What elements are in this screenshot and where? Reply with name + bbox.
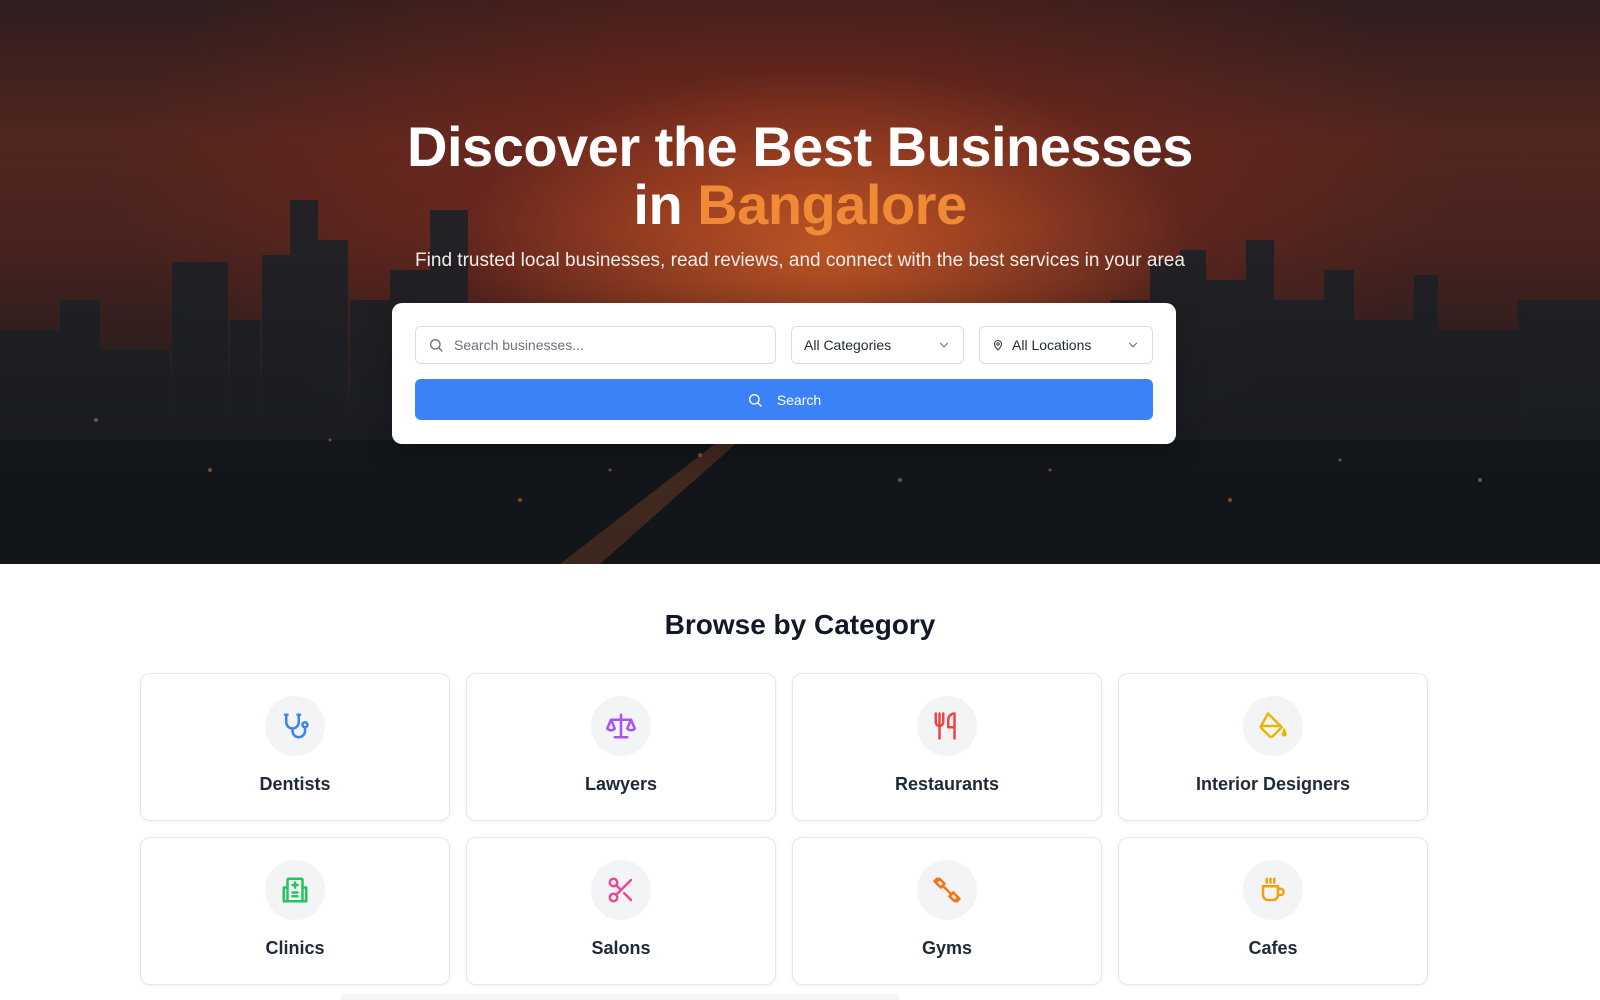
category-icon-circle [591, 860, 651, 920]
search-button[interactable]: Search [415, 379, 1153, 420]
category-label: Restaurants [894, 774, 1000, 794]
hero-title-city: Bangalore [697, 173, 967, 236]
category-label: Lawyers [584, 774, 658, 794]
category-label: Dentists [259, 774, 331, 794]
category-card-gyms[interactable]: Gyms [792, 837, 1102, 985]
search-icon [748, 393, 762, 407]
category-label: Cafes [1248, 938, 1298, 958]
hero-title-in: in [633, 173, 683, 236]
category-icon-circle [917, 696, 977, 756]
category-card-restaurants[interactable]: Restaurants [792, 673, 1102, 821]
location-select-value: All Locations [1012, 337, 1092, 353]
location-select[interactable]: All Locations [979, 326, 1153, 364]
category-card-interior-designers[interactable]: Interior Designers [1118, 673, 1428, 821]
paint-bucket-icon [1259, 712, 1287, 739]
browse-title: Browse by Category [664, 609, 936, 640]
scissors-icon [608, 877, 633, 903]
category-icon-circle [917, 860, 977, 920]
hero-title: Discover the Best Businesses in Bangalor… [0, 118, 1600, 234]
category-label: Clinics [265, 938, 325, 958]
category-label: Gyms [921, 938, 973, 958]
chevron-down-icon [1128, 342, 1138, 348]
search-input[interactable] [454, 337, 754, 353]
category-select-value: All Categories [804, 337, 892, 353]
map-pin-icon [993, 339, 1003, 351]
category-card-clinics[interactable]: Clinics [140, 837, 450, 985]
search-input-wrapper[interactable] [415, 326, 776, 364]
hero-section: Discover the Best Businesses in Bangalor… [0, 0, 1600, 564]
category-icon-circle [265, 696, 325, 756]
search-button-label: Search [776, 391, 822, 408]
stethoscope-icon [283, 713, 309, 739]
scale-icon [606, 713, 636, 739]
category-icon-circle [265, 860, 325, 920]
category-card-dentists[interactable]: Dentists [140, 673, 450, 821]
hero-content: Discover the Best Businesses in Bangalor… [0, 0, 1600, 272]
category-grid: Dentists Lawyers Restaurants Interior De… [140, 673, 1428, 985]
category-select[interactable]: All Categories [791, 326, 964, 364]
category-icon-circle [1243, 696, 1303, 756]
category-card-salons[interactable]: Salons [466, 837, 776, 985]
category-card-cafes[interactable]: Cafes [1118, 837, 1428, 985]
coffee-icon [1261, 877, 1285, 902]
dumbbell-icon [933, 877, 961, 903]
hero-title-line1: Discover the Best Businesses [407, 115, 1193, 178]
bottom-shadow [340, 994, 900, 1000]
browse-section: Browse by Category Dentists Lawyers Rest… [0, 564, 1600, 1000]
search-icon [430, 339, 443, 352]
category-card-lawyers[interactable]: Lawyers [466, 673, 776, 821]
category-icon-circle [591, 696, 651, 756]
category-label: Interior Designers [1195, 774, 1351, 794]
category-icon-circle [1243, 860, 1303, 920]
chevron-down-icon [939, 342, 949, 348]
hospital-building-icon [282, 877, 308, 903]
category-label: Salons [591, 938, 651, 958]
utensils-icon [934, 712, 956, 740]
search-card: All Categories All Locations Search [392, 303, 1176, 444]
hero-subtitle: Find trusted local businesses, read revi… [415, 250, 1185, 271]
